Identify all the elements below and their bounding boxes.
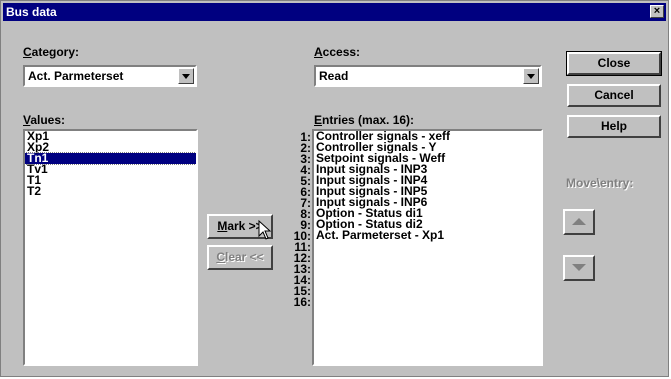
values-label: Values: — [23, 113, 66, 127]
triangle-up-icon — [572, 218, 586, 225]
move-down-button[interactable] — [563, 255, 595, 281]
entries-label: Entries (max. 16): — [314, 113, 415, 127]
clear-button[interactable]: Clear << — [207, 245, 273, 270]
list-item[interactable]: Xp2 — [25, 141, 196, 153]
entry-number: 16: — [293, 295, 311, 309]
close-window-icon[interactable]: × — [650, 5, 664, 18]
list-item[interactable]: Xp1 — [25, 131, 196, 142]
chevron-down-icon[interactable] — [523, 68, 539, 84]
category-select[interactable]: Act. Parmeterset — [23, 65, 197, 87]
list-item[interactable]: Act. Parmeterset - Xp1 — [314, 229, 541, 241]
access-select[interactable]: Read — [314, 65, 542, 87]
values-listbox[interactable]: Xp1 Xp2 Tn1 Tv1 T1 T2 — [23, 129, 198, 366]
move-up-button[interactable] — [563, 209, 595, 235]
chevron-down-icon[interactable] — [178, 68, 194, 84]
cancel-button[interactable]: Cancel — [567, 84, 661, 107]
triangle-down-icon — [572, 264, 586, 271]
category-label: Category: — [23, 45, 80, 59]
list-item[interactable]: Tn1 — [25, 152, 196, 165]
window-title: Bus data — [6, 5, 57, 19]
list-item[interactable]: T1 — [25, 174, 196, 186]
category-value: Act. Parmeterset — [28, 69, 124, 83]
bus-data-dialog: Bus data × Category: Act. Parmeterset Va… — [0, 0, 669, 377]
list-item[interactable]: Tv1 — [25, 163, 196, 175]
access-label: Access: — [314, 45, 361, 59]
access-value: Read — [319, 69, 349, 83]
list-item[interactable]: T2 — [25, 185, 196, 197]
title-bar: Bus data × — [3, 3, 666, 21]
move-entry-label: Move\entry: — [566, 176, 634, 190]
entry-numbers: 1: 2: 3: 4: 5: 6: 7: 8: 9: 10: 11: 12: 13: 14: 15: 16: — [271, 131, 311, 309]
entries-listbox[interactable]: Controller signals - xeff Controller sign… — [312, 129, 543, 366]
help-button[interactable]: Help — [567, 115, 661, 138]
close-button[interactable]: Close — [566, 51, 662, 76]
